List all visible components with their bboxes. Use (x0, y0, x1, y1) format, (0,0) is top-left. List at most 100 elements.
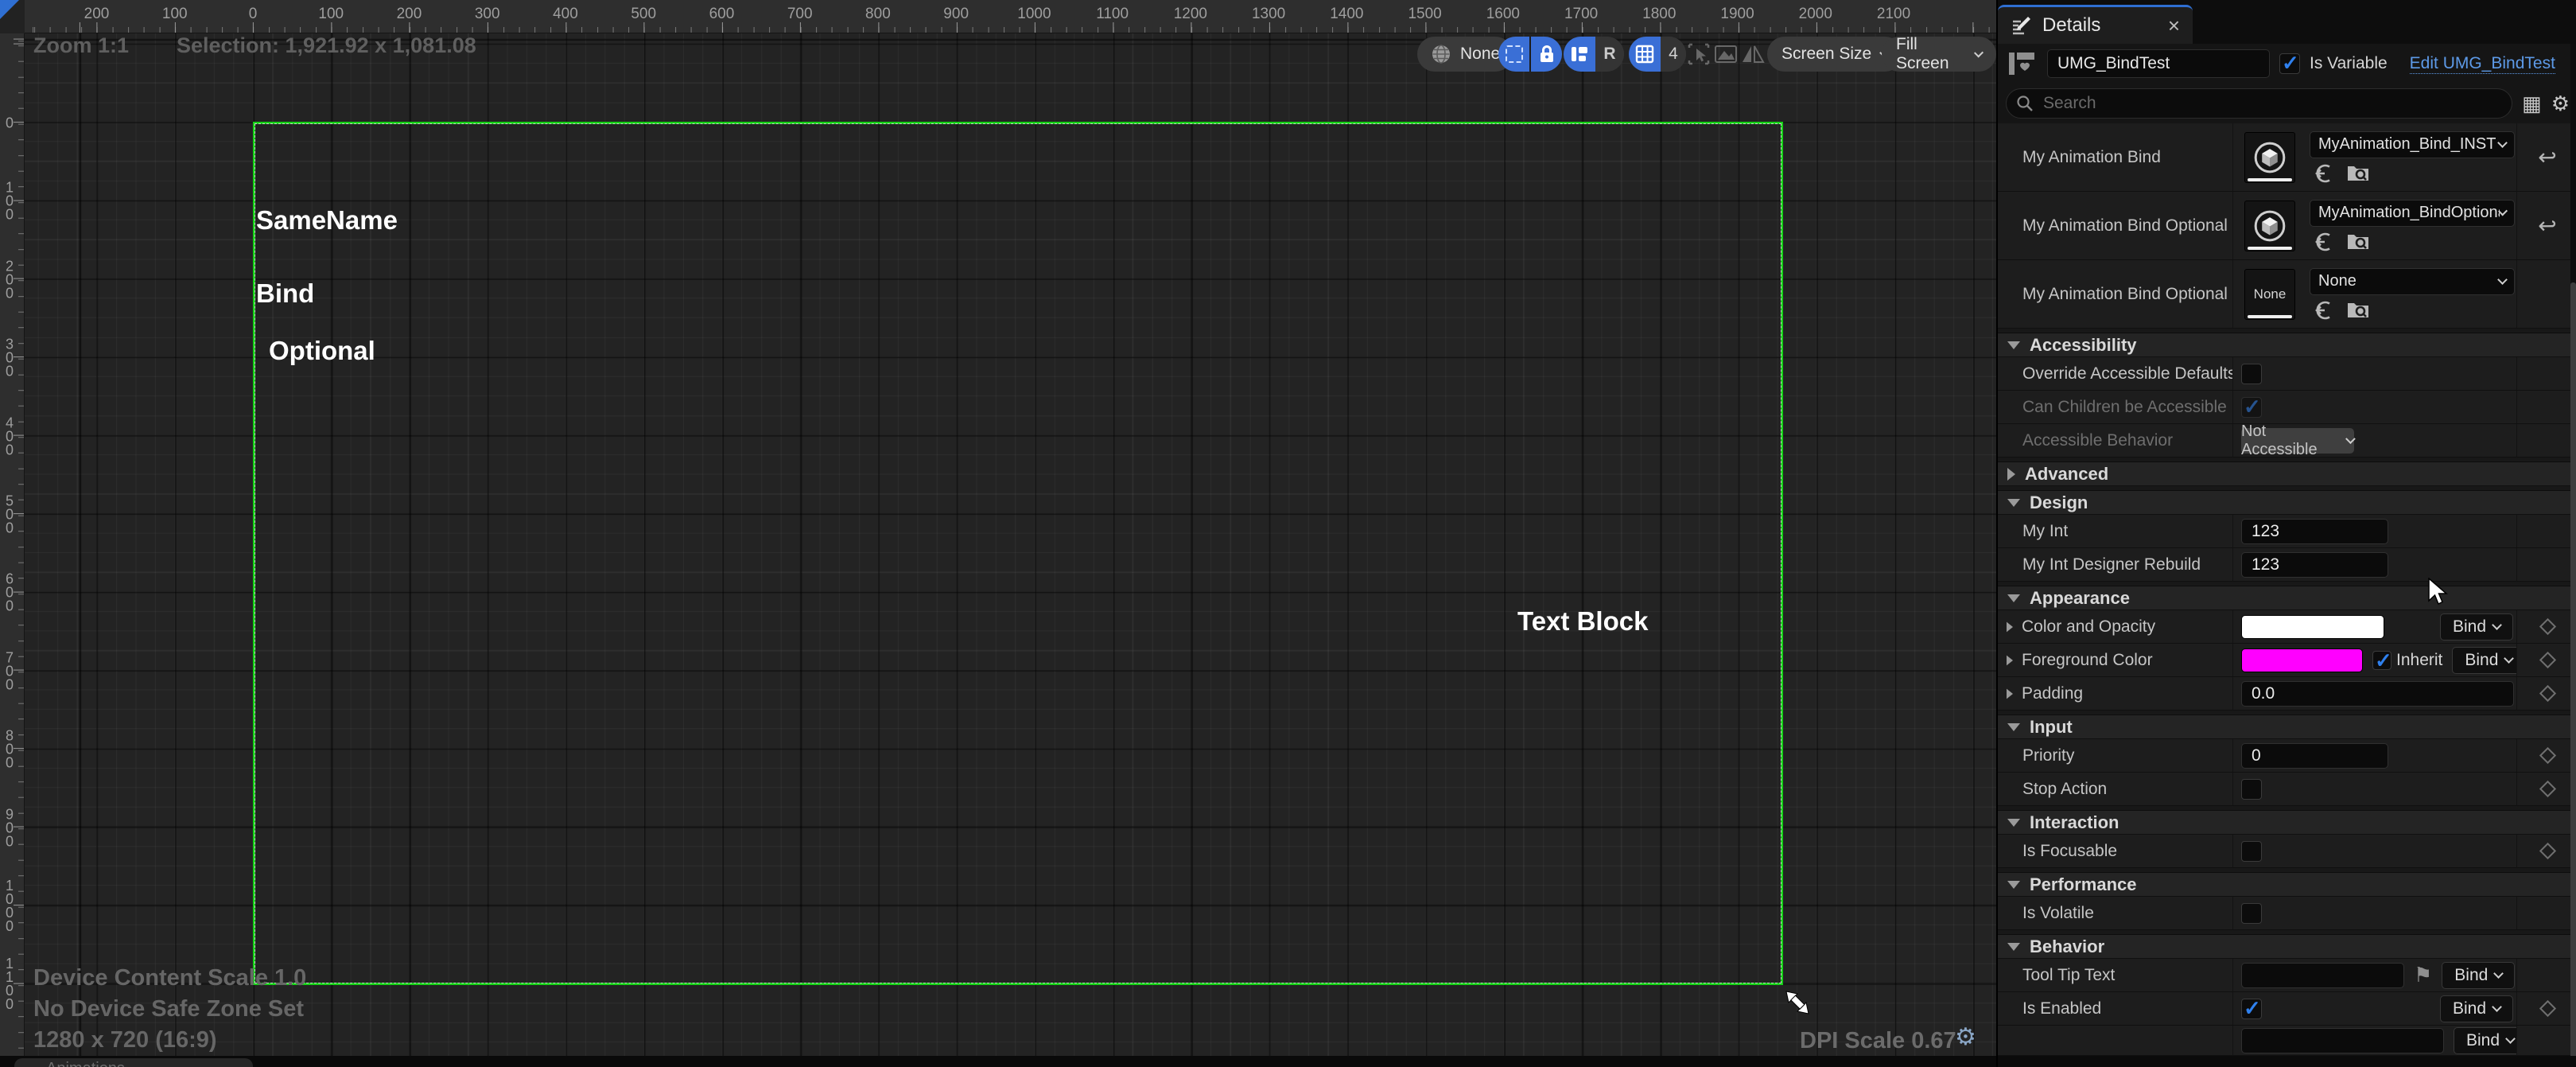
ruler-h-label: 800 (865, 6, 891, 23)
ruler-h-label: 2000 (1799, 6, 1832, 23)
reset-diamond-icon[interactable] (2539, 685, 2555, 702)
section-header-appearance[interactable]: Appearance (1998, 586, 2576, 610)
is-variable-checkbox[interactable] (2279, 53, 2300, 74)
section-header-advanced[interactable]: Advanced (1998, 461, 2576, 486)
collapse-triangle-icon (2007, 594, 2020, 602)
expand-triangle-icon[interactable] (2007, 621, 2013, 632)
asset-dropdown[interactable]: None (2310, 268, 2515, 295)
asset-dropdown-value: MyAnimation_BindOptional_I (2318, 204, 2500, 222)
canvas-text-samename[interactable]: SameName (256, 205, 398, 236)
anchor-layout-toggle[interactable] (1564, 37, 1595, 72)
accessible-behavior-dropdown[interactable]: Not Accessible (2241, 428, 2354, 454)
browse-to-asset-icon[interactable] (2346, 163, 2370, 184)
property-row-can-children-be-accessible: Can Children be Accessible (1998, 391, 2576, 424)
details-tab[interactable]: Details × (1998, 5, 2193, 44)
bind-label: Bind (2466, 1031, 2500, 1050)
asset-thumbnail-cube[interactable] (2244, 201, 2295, 251)
display-filter-icon[interactable]: ▦ (2522, 92, 2542, 116)
property-label: Can Children be Accessible (2022, 398, 2227, 417)
preview-background-icon[interactable] (1713, 41, 1739, 67)
bind-label: Bind (2453, 999, 2486, 1018)
section-header-behavior[interactable]: Behavior (1998, 934, 2576, 959)
reset-to-default-icon[interactable]: ↩ (2538, 144, 2556, 170)
reset-diamond-icon[interactable] (2539, 747, 2555, 764)
section-header-input[interactable]: Input (1998, 715, 2576, 739)
tool-tip-text-input[interactable] (2241, 963, 2404, 988)
fill-screen-dropdown[interactable]: Fill Screen (1882, 37, 1996, 72)
partial-bind-dropdown[interactable]: Bind (2454, 1027, 2517, 1054)
expand-triangle-icon[interactable] (2007, 688, 2013, 699)
canvas-text-textblock[interactable]: Text Block (1517, 606, 1648, 637)
section-header-design[interactable]: Design (1998, 490, 2576, 515)
reset-diamond-icon[interactable] (2539, 843, 2555, 859)
widget-name-input[interactable] (2047, 49, 2270, 78)
pick-widget-icon[interactable] (1686, 41, 1712, 67)
use-selected-icon[interactable] (2313, 163, 2333, 184)
widget-icon (2006, 48, 2038, 80)
asset-thumbnail-none[interactable]: None (2244, 269, 2295, 320)
reset-to-default-icon[interactable]: ↩ (2538, 212, 2556, 239)
partial-input[interactable] (2241, 1028, 2444, 1053)
is-focusable-checkbox[interactable] (2241, 841, 2262, 862)
browse-to-asset-icon[interactable] (2346, 300, 2370, 321)
search-input[interactable] (2042, 93, 2502, 114)
section-header-performance[interactable]: Performance (1998, 872, 2576, 897)
property-label: Is Enabled (2022, 999, 2101, 1018)
reset-diamond-icon[interactable] (2539, 652, 2555, 668)
tool-tip-text-bind-dropdown[interactable]: Bind (2442, 962, 2515, 989)
scrollbar-thumb[interactable] (2570, 282, 2576, 1067)
bind-label: Bind (2454, 966, 2488, 985)
selection-outline[interactable] (253, 122, 1783, 985)
is-enabled-bind-dropdown[interactable]: Bind (2440, 995, 2513, 1022)
override-accessible-defaults-checkbox[interactable] (2241, 364, 2262, 384)
expand-triangle-icon[interactable] (2007, 655, 2013, 665)
use-selected-icon[interactable] (2313, 232, 2333, 252)
reset-diamond-icon[interactable] (2539, 781, 2555, 797)
use-selected-icon[interactable] (2313, 300, 2333, 321)
is-enabled-checkbox[interactable] (2241, 999, 2262, 1019)
details-scrollbar[interactable] (2570, 44, 2576, 1067)
color-and-opacity-bind-dropdown[interactable]: Bind (2440, 613, 2513, 641)
foreground-color-swatch[interactable] (2241, 648, 2363, 672)
section-title: Appearance (2030, 588, 2130, 609)
reset-diamond-icon[interactable] (2539, 1000, 2555, 1017)
close-icon[interactable]: × (2168, 14, 2180, 38)
my-int-input[interactable] (2241, 519, 2388, 544)
flip-preview-icon[interactable] (1740, 41, 1766, 67)
property-row-accessible-behavior: Accessible Behavior Not Accessible (1998, 424, 2576, 458)
section-header-interaction[interactable]: Interaction (1998, 810, 2576, 835)
browse-to-asset-icon[interactable] (2346, 232, 2370, 252)
search-box[interactable] (2006, 88, 2512, 119)
asset-dropdown[interactable]: MyAnimation_BindOptional_I (2310, 200, 2515, 227)
grid-snap-toggle[interactable] (1629, 37, 1661, 72)
search-icon (2016, 95, 2034, 112)
resolution-label: 1280 x 720 (16:9) (33, 1025, 217, 1055)
canvas-text-bind[interactable]: Bind (256, 278, 314, 309)
settings-gear-icon[interactable]: ⚙ (2551, 92, 2570, 116)
asset-thumbnail-cube[interactable] (2244, 132, 2295, 183)
is-volatile-checkbox[interactable] (2241, 903, 2262, 924)
ruler-h-label: 1000 (1017, 6, 1051, 23)
details-pencil-icon (2011, 15, 2031, 36)
canvas-text-optional[interactable]: Optional (269, 336, 375, 366)
reset-diamond-icon[interactable] (2539, 618, 2555, 635)
resize-handle-icon[interactable] (1780, 985, 1815, 1020)
can-children-be-accessible-checkbox[interactable] (2241, 397, 2262, 418)
animations-tab-partial[interactable]: Animations (14, 1058, 253, 1067)
property-label: My Int (2022, 522, 2068, 541)
stop-action-checkbox[interactable] (2241, 779, 2262, 800)
priority-input[interactable] (2241, 743, 2388, 769)
edit-widget-link[interactable]: Edit UMG_BindTest (2410, 54, 2555, 74)
foreground-color-bind-dropdown[interactable]: Bind (2452, 647, 2517, 674)
designer-canvas[interactable]: SameName Bind Optional Text Block Zoom 1… (0, 0, 1996, 1067)
color-and-opacity-swatch[interactable] (2241, 615, 2384, 639)
dpi-settings-gear-icon[interactable]: ⚙ (1955, 1023, 1976, 1051)
select-widgets-toggle[interactable] (1498, 37, 1529, 72)
asset-dropdown[interactable]: MyAnimation_Bind_INST (2310, 131, 2515, 158)
localization-flag-icon[interactable]: ⚑ (2414, 963, 2432, 987)
padding-input[interactable] (2241, 681, 2514, 707)
inherit-checkbox[interactable] (2372, 651, 2391, 670)
bind-label: Bind (2453, 617, 2486, 637)
my-int-designer-rebuild-input[interactable] (2241, 552, 2388, 578)
section-header-accessibility[interactable]: Accessibility (1998, 333, 2576, 357)
